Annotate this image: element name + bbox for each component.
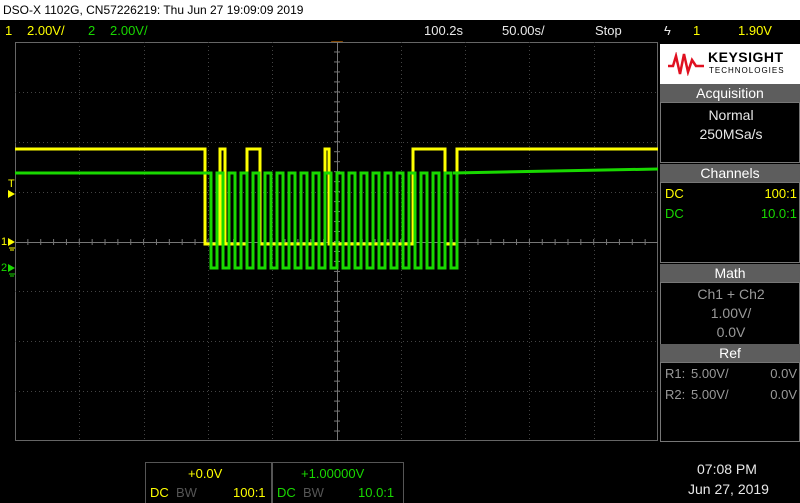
ch2-scale[interactable]: 2.00V/ [110,20,148,42]
trigger-icon: ϟ [664,23,671,38]
ch1-scale[interactable]: 2.00V/ [27,20,65,42]
keysight-logo: KEYSIGHT TECHNOLOGIES [660,44,800,84]
waveform-display[interactable] [15,42,658,441]
ch2-coupling-bottom: DC [277,485,296,500]
ch2-info-box[interactable]: +1.00000V DC BW 10.0:1 [272,462,404,503]
channels-header[interactable]: Channels [660,164,800,182]
timebase[interactable]: 50.00s/ [502,20,545,42]
ref-panel: R1: 5.00V/ 0.0V R2: 5.00V/ 0.0V [660,362,800,442]
ch2-probe: 10.0:1 [760,206,797,221]
sample-rate: 250MSa/s [699,126,763,142]
ch2-waveform [15,167,658,270]
ch1-offset: +0.0V [188,466,223,481]
ch1-probe-bottom: 100:1 [233,485,266,500]
acquisition-mode: Normal [708,107,754,123]
waveform-traces [15,147,658,270]
bottom-status-bar: +0.0V DC BW 100:1 +1.00000V DC BW 10.0:1… [0,458,800,503]
acquisition-panel: Normal 250MSa/s [660,102,800,163]
keysight-wave-icon [668,52,704,76]
ch1-ground-marker[interactable]: 1 [1,236,7,248]
ch1-number[interactable]: 1 [5,20,12,42]
math-scale: 1.00V/ [710,305,752,321]
run-state[interactable]: Stop [595,20,622,42]
logo-sub: TECHNOLOGIES [709,66,785,75]
ref-r1-offset: 0.0V [770,366,797,381]
ref-r2-scale: 5.00V/ [691,387,729,402]
logo-brand: KEYSIGHT [708,49,784,65]
ch1-probe: 100:1 [764,186,797,201]
ref-r1-name: R1: [665,366,686,381]
ch1-info-box[interactable]: +0.0V DC BW 100:1 [145,462,272,503]
acquisition-header[interactable]: Acquisition [660,84,800,102]
ch1-coupling: DC [665,186,684,201]
side-panel: KEYSIGHT TECHNOLOGIES Acquisition Normal… [660,44,800,442]
channels-panel: DC 100:1 DC 10.0:1 [660,182,800,263]
math-offset: 0.0V [716,324,746,340]
trigger-level[interactable]: 1.90V [738,20,772,42]
ch2-offset: +1.00000V [301,466,365,481]
ch1-bw-limit: BW [176,485,197,500]
window-title: DSO-X 1102G, CN57226219: Thu Jun 27 19:0… [0,0,800,20]
ch2-coupling: DC [665,206,684,221]
ch2-bw-limit: BW [303,485,324,500]
ch1-coupling-bottom: DC [150,485,169,500]
time-position[interactable]: 100.2s [424,20,463,42]
ref-r1-scale: 5.00V/ [691,366,729,381]
ch2-ground-marker[interactable]: 2 [1,262,7,274]
ref-r2-name: R2: [665,387,686,402]
ref-r2-offset: 0.0V [770,387,797,402]
clock-time: 07:08 PM [697,461,757,477]
clock-date: Jun 27, 2019 [688,481,769,497]
top-status-bar: 1 2.00V/ 2 2.00V/ 100.2s 50.00s/ Stop ϟ … [0,20,800,42]
ch2-number[interactable]: 2 [88,20,95,42]
math-function: Ch1 + Ch2 [697,286,765,302]
math-panel: Ch1 + Ch2 1.00V/ 0.0V [660,282,800,347]
ref-header[interactable]: Ref [660,344,800,362]
trigger-channel[interactable]: 1 [693,20,700,42]
math-header[interactable]: Math [660,264,800,282]
ch2-probe-bottom: 10.0:1 [358,485,395,500]
trigger-level-marker[interactable]: T [8,178,15,190]
